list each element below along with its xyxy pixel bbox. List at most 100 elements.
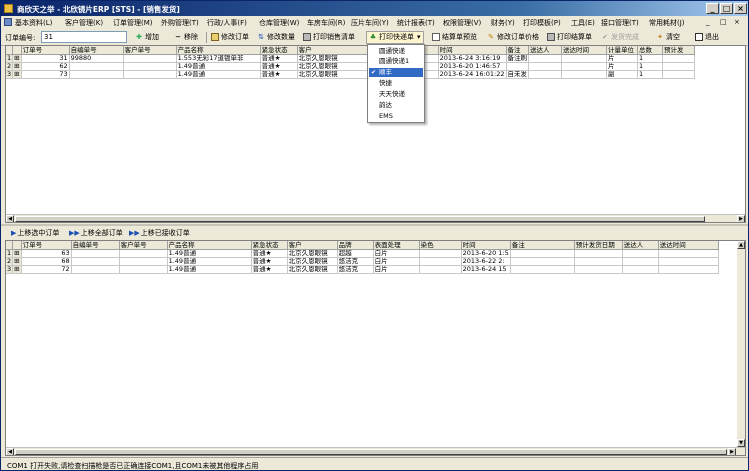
col-header[interactable]: 预计发 xyxy=(662,46,695,55)
clear-label: 清空 xyxy=(666,33,680,41)
col-header[interactable]: 自编单号 xyxy=(71,241,120,250)
scroll-left-icon[interactable]: ◀ xyxy=(6,215,14,222)
settle-preview-button[interactable]: 结算单预览 xyxy=(432,32,477,43)
minimize-button[interactable]: _ xyxy=(706,3,719,14)
col-header[interactable]: 品牌 xyxy=(337,241,374,250)
col-header[interactable]: 客户单号 xyxy=(119,241,168,250)
expand-icon[interactable]: ⊞ xyxy=(12,265,22,274)
col-header[interactable]: 产品名称 xyxy=(176,46,261,55)
print-express-button[interactable]: ♣ 打印快递单 ▾ xyxy=(366,31,424,44)
scroll-down-icon[interactable]: ▼ xyxy=(737,439,745,447)
col-header[interactable]: 送达人 xyxy=(622,241,659,250)
order-no-input[interactable]: 31 xyxy=(41,31,127,43)
close-button[interactable]: × xyxy=(734,3,747,14)
dropdown-item-yunda[interactable]: 韵达 xyxy=(369,101,423,110)
table-row[interactable]: 3 ⊞ 72 1.49普通 普通★ 北京久恩眼镜 悠洁克 白片 2013-6-2… xyxy=(6,265,719,274)
dropdown-item-kuaijie[interactable]: 快捷 xyxy=(369,79,423,88)
scroll-thumb[interactable] xyxy=(15,449,727,455)
menu-lathe-workshop[interactable]: 车房车间(R) xyxy=(307,18,345,28)
horizontal-scrollbar-bottom[interactable]: ◀ ▶ xyxy=(6,447,745,455)
modify-qty-button[interactable]: ⇅ 修改数量 xyxy=(257,32,295,43)
dropdown-item-yuantong1[interactable]: 圆通快递1 xyxy=(369,57,423,66)
move-selected-button[interactable]: ▶上移选中订单 xyxy=(11,228,59,238)
col-header[interactable]: 订单号 xyxy=(21,46,70,55)
col-header[interactable]: 紧急状态 xyxy=(251,241,288,250)
col-header[interactable]: 客户单号 xyxy=(123,46,177,55)
col-header[interactable]: 订单号 xyxy=(21,241,72,250)
col-header[interactable]: 送达时间 xyxy=(561,46,607,55)
table-row[interactable]: 2 ⊞ 62 1.49普通 普通★ 北京久恩眼镜 2013-6-20 1:46:… xyxy=(6,62,695,71)
sort-icon: ⇅ xyxy=(258,33,264,41)
add-button[interactable]: ✚ 增加 xyxy=(135,32,159,43)
horizontal-scrollbar-top[interactable]: ◀ ▶ xyxy=(6,214,745,222)
child-restore-button[interactable]: □ xyxy=(720,18,727,26)
table-row[interactable]: 3 ⊞ 73 1.49普通 普通★ 北京久恩眼镜 2013-6-24 16:01… xyxy=(6,70,695,79)
col-header[interactable]: 时间 xyxy=(438,46,507,55)
menu-press-workshop[interactable]: 压片车间(Y) xyxy=(351,18,389,28)
modify-price-button[interactable]: ✎ 修改订单价格 xyxy=(487,32,539,43)
col-header[interactable]: 紧急状态 xyxy=(260,46,298,55)
scroll-right-icon[interactable]: ▶ xyxy=(728,448,736,455)
expand-icon[interactable]: ⊞ xyxy=(12,70,22,79)
dropdown-item-yuantong[interactable]: 圆通快递 xyxy=(369,47,423,56)
scroll-up-icon[interactable]: ▲ xyxy=(737,241,745,249)
col-header[interactable]: 送达时间 xyxy=(658,241,719,250)
expand-icon[interactable]: ⊞ xyxy=(12,54,22,63)
menu-print-templates[interactable]: 打印模板(P) xyxy=(523,18,561,28)
menu-purchase[interactable]: 外购管理(T) xyxy=(161,18,199,28)
ship-complete-button[interactable]: ✔ 发货完成 xyxy=(601,32,639,43)
expand-icon[interactable]: ⊞ xyxy=(12,257,22,266)
col-header[interactable]: 时间 xyxy=(461,241,511,250)
vertical-scrollbar-bottom[interactable]: ▲ ▼ xyxy=(737,241,745,447)
col-header[interactable]: 送达人 xyxy=(528,46,562,55)
scroll-left-icon[interactable]: ◀ xyxy=(6,448,14,455)
menu-customer[interactable]: 客户管理(K) xyxy=(65,18,103,28)
panel-splitter[interactable] xyxy=(1,224,748,226)
menu-tools[interactable]: 工具(E) xyxy=(571,18,595,28)
remove-button[interactable]: ━ 移除 xyxy=(174,32,198,43)
modify-order-button[interactable]: 修改订单 xyxy=(211,32,249,43)
print-settle-button[interactable]: 打印结算单 xyxy=(547,32,592,43)
col-header[interactable]: 备注 xyxy=(510,241,575,250)
menu-order[interactable]: 订单管理(M) xyxy=(113,18,153,28)
dropdown-item-ems[interactable]: EMS xyxy=(369,112,423,121)
menu-permissions[interactable]: 权限管理(V) xyxy=(443,18,481,28)
col-header[interactable]: 染色 xyxy=(419,241,462,250)
menu-basic-data[interactable]: 基本资料(L) xyxy=(15,18,52,28)
document-icon[interactable] xyxy=(4,18,12,26)
table-row[interactable]: 2 ⊞ 68 1.49普通 普通★ 北京久恩眼镜 悠洁克 白片 2013-6-2… xyxy=(6,257,719,266)
expand-icon[interactable]: ⊞ xyxy=(12,249,22,258)
expand-icon[interactable]: ⊞ xyxy=(12,62,22,71)
print-list-button[interactable]: 打印销售清单 xyxy=(303,32,355,43)
col-header[interactable]: 计量单位 xyxy=(606,46,638,55)
dropdown-item-tiantian[interactable]: 天天快递 xyxy=(369,90,423,99)
scroll-right-icon[interactable]: ▶ xyxy=(737,215,745,222)
menu-interfaces[interactable]: 接口管理(T) xyxy=(601,18,639,28)
menu-consumables[interactable]: 常用耗材(J) xyxy=(649,18,685,28)
menu-finance[interactable]: 财务(Y) xyxy=(491,18,515,28)
move-all-button[interactable]: ▶▶上移全部订单 xyxy=(69,228,123,238)
move-received-button[interactable]: ▶▶上移已接收订单 xyxy=(129,228,190,238)
exit-button[interactable]: 退出 xyxy=(695,32,719,43)
clear-button[interactable]: ✦ 清空 xyxy=(656,32,680,43)
table-row[interactable]: 1 ⊞ 63 1.49普通 普通★ 北京久恩眼镜 超越 白片 2013-6-20… xyxy=(6,249,719,258)
col-header[interactable]: 自编单号 xyxy=(69,46,124,55)
col-header[interactable]: 客户 xyxy=(287,241,338,250)
col-header[interactable]: 客户 xyxy=(297,46,370,55)
child-close-button[interactable]: × xyxy=(734,18,740,26)
scroll-thumb[interactable] xyxy=(15,216,705,222)
maximize-button[interactable]: □ xyxy=(720,3,733,14)
col-header[interactable]: 备注 xyxy=(506,46,529,55)
menu-warehouse[interactable]: 仓库管理(W) xyxy=(259,18,299,28)
col-header[interactable]: 总数 xyxy=(637,46,663,55)
check-icon: ✔ xyxy=(602,33,608,41)
child-minimize-button[interactable]: _ xyxy=(706,18,710,26)
col-header[interactable]: 预计发货日期 xyxy=(574,241,623,250)
order-grid-bottom[interactable]: 订单号 自编单号 客户单号 产品名称 紧急状态 客户 品牌 表面处理 染色 时间… xyxy=(5,240,746,456)
col-header[interactable]: 表面处理 xyxy=(373,241,420,250)
col-header[interactable]: 产品名称 xyxy=(167,241,252,250)
table-row[interactable]: 1 ⊞ 31 99880 1.553无彩17道镀单非 普通★ 北京久恩眼镜 20… xyxy=(6,54,695,63)
menu-hr[interactable]: 行政/人事(F) xyxy=(207,18,247,28)
dropdown-item-shunfeng[interactable]: ✔ 顺丰 xyxy=(369,68,423,77)
menu-reports[interactable]: 统计报表(T) xyxy=(397,18,435,28)
